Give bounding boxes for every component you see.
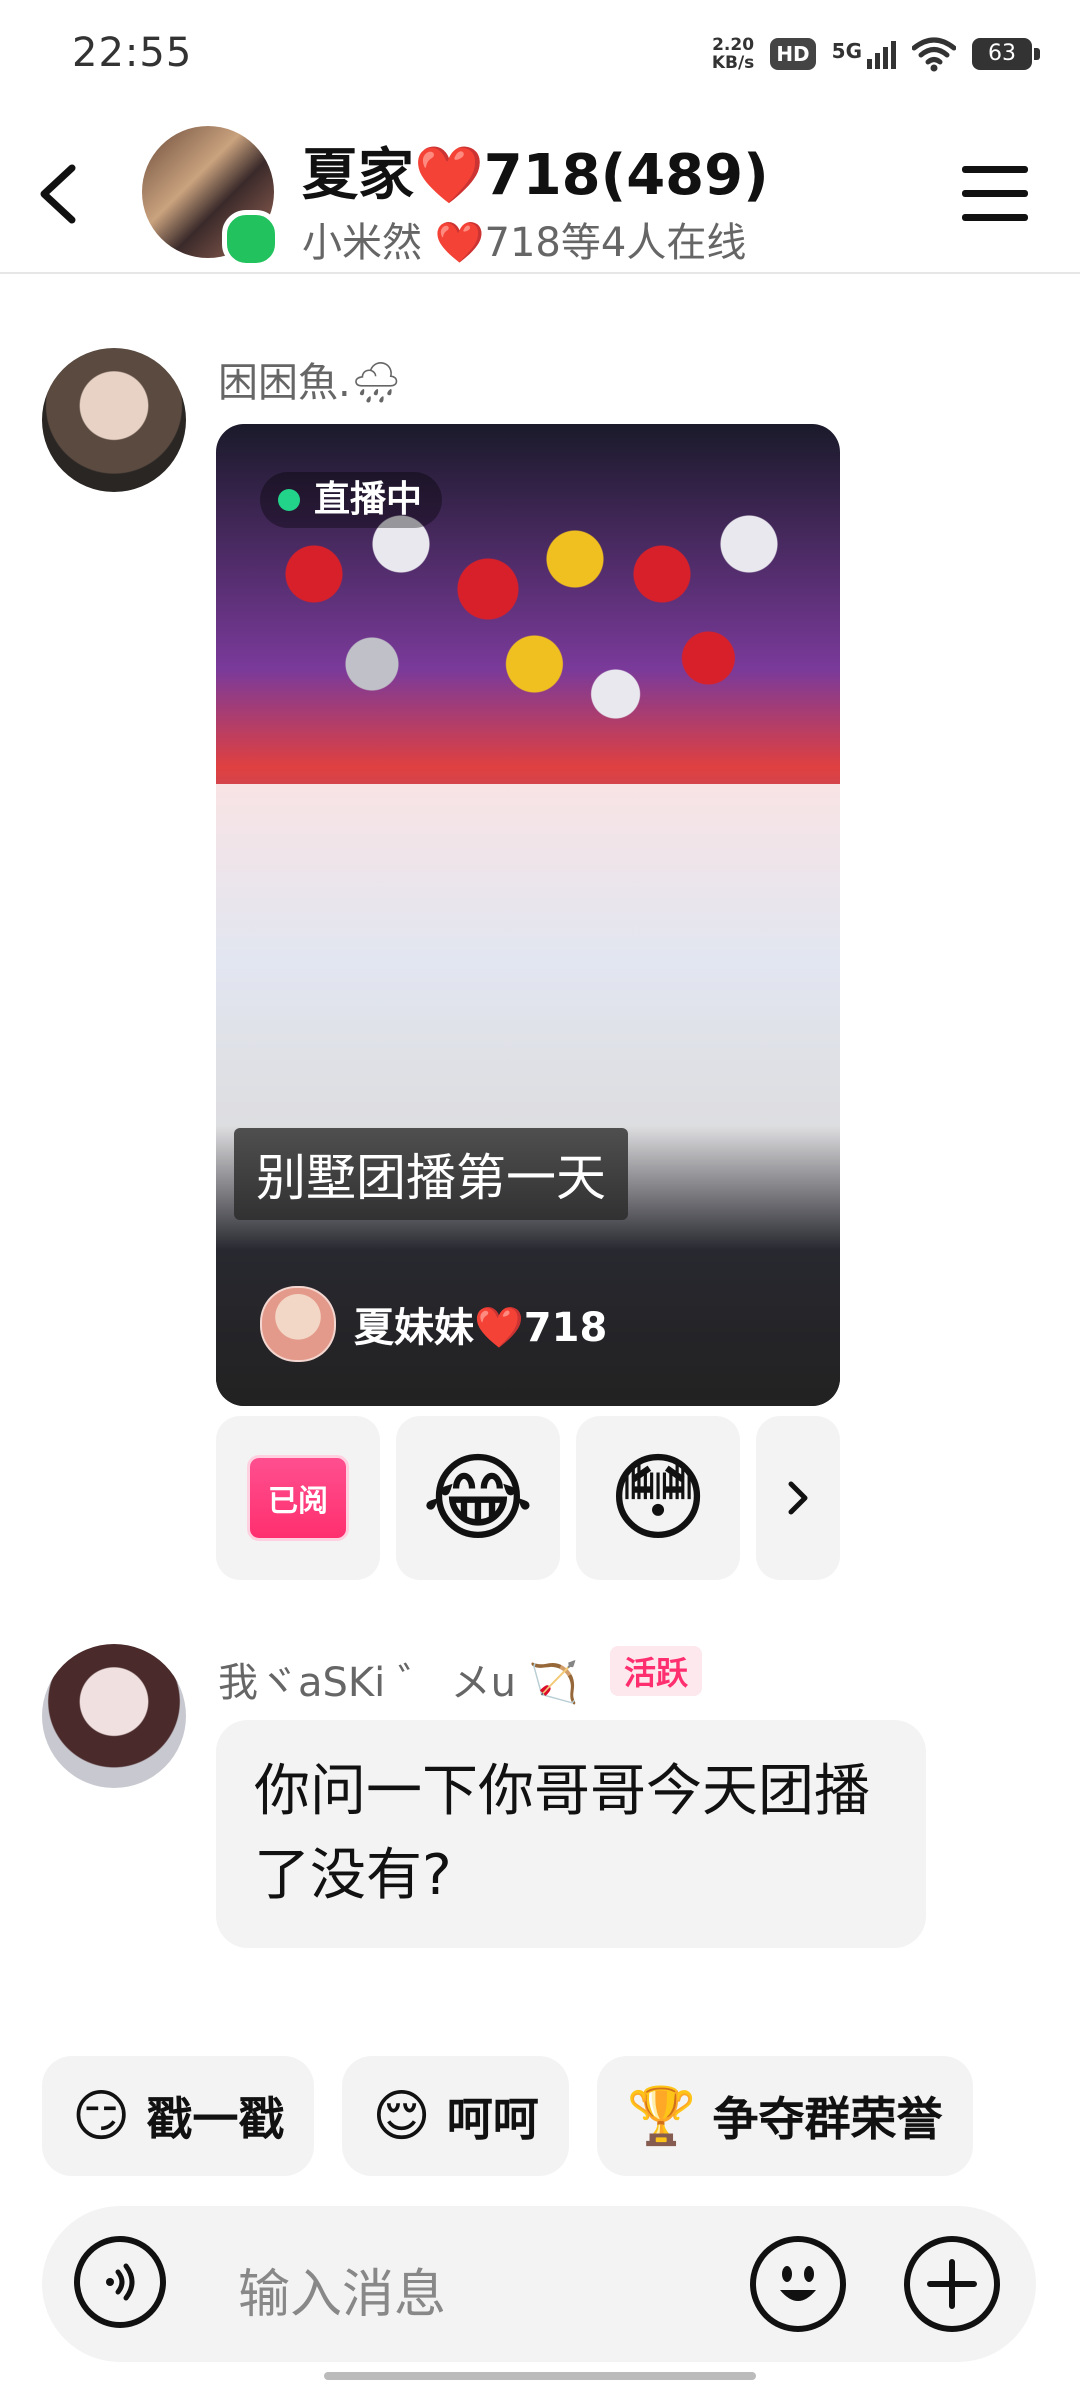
hamburger-icon [962, 166, 1028, 173]
quick-action-group-honor[interactable]: 🏆 争夺群荣誉 [596, 2056, 973, 2176]
menu-button[interactable] [962, 166, 1028, 226]
online-status-dot [222, 210, 280, 268]
trophy-icon: 🏆 [626, 2084, 697, 2149]
live-host: 夏妹妹❤️718 [260, 1286, 607, 1362]
message-input[interactable]: 输入消息 [238, 2252, 446, 2327]
smiley-icon [780, 2266, 816, 2301]
reaction-read-button[interactable]: 已阅 [216, 1416, 380, 1580]
relieved-emoji-icon: 😌 [372, 2083, 431, 2149]
chevron-left-icon [40, 164, 76, 224]
chevron-right-icon [788, 1481, 808, 1515]
live-stream-card[interactable]: 直播中 别墅团播第一天 夏妹妹❤️718 [216, 424, 840, 1406]
smirk-emoji-icon: 😏 [72, 2083, 131, 2149]
wifi-icon [912, 37, 956, 72]
hd-icon: HD [770, 38, 816, 70]
online-members: 小米然 ❤️718等4人在线 [302, 220, 747, 266]
network-type: 5G [831, 39, 862, 63]
voice-button[interactable] [74, 2236, 166, 2328]
live-thumbnail-balloons [256, 484, 836, 784]
signal-icon: 5G [832, 39, 896, 69]
reaction-flushed-button[interactable]: 😳 [576, 1416, 740, 1580]
reaction-row: 已阅 😂 😳 [216, 1416, 840, 1580]
back-button[interactable] [32, 154, 92, 234]
battery-icon: 63 [972, 38, 1040, 70]
status-time: 22:55 [72, 30, 193, 76]
message-input-bar: 输入消息 [42, 2206, 1036, 2362]
group-title[interactable]: 夏家❤️718(489) [302, 130, 769, 211]
host-name: 夏妹妹❤️718 [354, 1305, 608, 1351]
flushed-emoji-icon: 😳 [607, 1442, 709, 1554]
active-tag: 活跃 [610, 1646, 703, 1696]
reaction-more-button[interactable] [756, 1416, 840, 1580]
add-button[interactable] [904, 2236, 1000, 2332]
sender-name: 困困魚.🌧 [218, 360, 402, 406]
chat-header: 夏家❤️718(489) 小米然 ❤️718等4人在线 [0, 110, 1080, 274]
quick-action-poke[interactable]: 😏 戳一戳 [42, 2056, 315, 2176]
network-speed: 2.20 KB/s [711, 35, 755, 73]
sender-name: 我ヾaSKi ゛ メu 🏹 [218, 1660, 579, 1706]
reaction-laugh-button[interactable]: 😂 [396, 1416, 560, 1580]
read-badge: 已阅 [247, 1455, 349, 1541]
voice-icon [106, 2263, 135, 2301]
live-dot-icon [278, 489, 300, 511]
sender-avatar[interactable] [42, 348, 186, 492]
status-bar: 22:55 2.20 KB/s HD 5G 63 [0, 0, 1080, 110]
plus-icon [927, 2259, 977, 2309]
live-caption: 别墅团播第一天 [234, 1128, 628, 1220]
emoji-button[interactable] [750, 2236, 846, 2332]
live-badge: 直播中 [260, 472, 443, 528]
host-avatar [260, 1286, 336, 1362]
status-icons: 2.20 KB/s HD 5G 63 [711, 32, 1040, 76]
sender-avatar[interactable] [42, 1644, 186, 1788]
laughing-emoji-icon: 😂 [421, 1442, 535, 1554]
home-indicator[interactable] [324, 2372, 756, 2380]
quick-action-hehe[interactable]: 😌 呵呵 [342, 2056, 569, 2176]
quick-actions: 😏 戳一戳 😌 呵呵 🏆 争夺群荣誉 [42, 2056, 973, 2176]
message-bubble[interactable]: 你问一下你哥哥今天团播了没有? [216, 1720, 926, 1948]
